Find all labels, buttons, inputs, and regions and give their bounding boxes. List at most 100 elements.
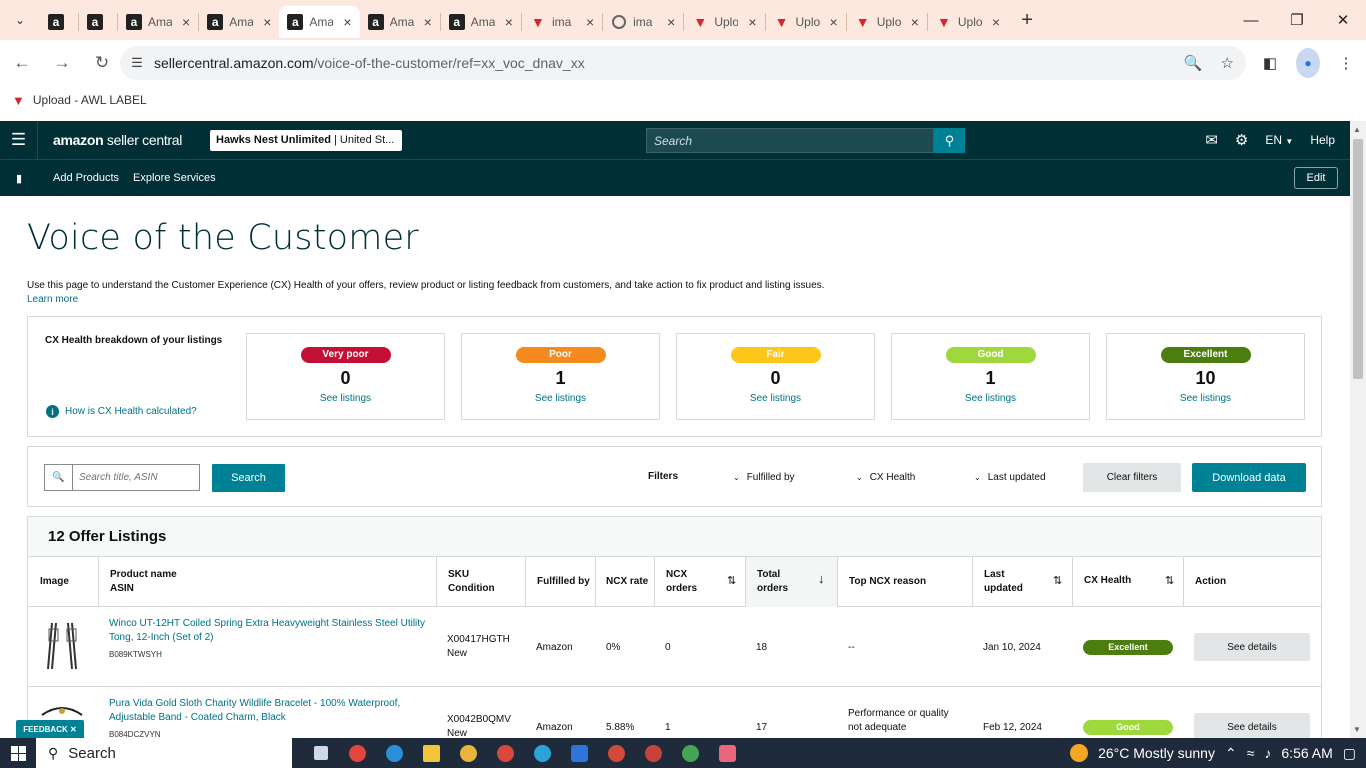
site-info-icon[interactable]: ☰ <box>120 55 154 71</box>
new-tab-button[interactable]: + <box>1012 9 1042 32</box>
chevron-up-icon[interactable]: ⌃ <box>1225 745 1237 762</box>
col-sku[interactable]: SKU Condition <box>436 557 525 607</box>
edit-nav-button[interactable]: Edit <box>1294 167 1338 189</box>
forward-icon[interactable]: → <box>44 45 80 81</box>
help-link[interactable]: Help <box>1310 133 1335 147</box>
col-top-ncx-reason[interactable]: Top NCX reason <box>837 557 972 607</box>
close-tab-icon[interactable]: × <box>424 14 432 30</box>
browser-menu-icon[interactable]: ⋮ <box>1334 48 1358 78</box>
language-selector[interactable]: EN ▼ <box>1265 133 1293 147</box>
close-tab-icon[interactable]: × <box>992 14 1000 30</box>
see-details-button[interactable]: See details <box>1194 633 1310 661</box>
bookmark-ribbon-icon[interactable]: ▮ <box>0 172 38 185</box>
learn-more-link[interactable]: Learn more <box>27 294 1322 305</box>
weather-text[interactable]: 26°C Mostly sunny <box>1098 745 1215 761</box>
page-scrollbar[interactable]: ▲ ▼ <box>1350 121 1366 738</box>
chrome-icon[interactable] <box>339 738 376 768</box>
close-tab-icon[interactable]: × <box>343 14 351 30</box>
listing-search-input[interactable]: Search title, ASIN <box>73 465 199 490</box>
close-tab-icon[interactable]: × <box>667 14 675 30</box>
col-ncx-rate[interactable]: NCX rate <box>595 557 654 607</box>
scrollbar-thumb[interactable] <box>1353 139 1363 379</box>
filter-last-updated-dropdown[interactable]: ⌄ Last updated <box>974 472 1046 483</box>
col-total-orders[interactable]: Total orders ↓ <box>745 557 837 607</box>
hamburger-menu-icon[interactable]: ☰ <box>0 121 38 159</box>
col-cx-health[interactable]: CX Health ⇅ <box>1072 557 1183 607</box>
browser-tab[interactable]: a Ama × <box>118 6 198 38</box>
edge-icon[interactable] <box>376 738 413 768</box>
task-view-icon[interactable] <box>302 738 339 768</box>
seller-central-logo[interactable]: amazon seller central <box>53 132 182 148</box>
col-ncx-orders[interactable]: NCX orders ⇅ <box>654 557 745 607</box>
browser-tab[interactable]: ima × <box>603 6 683 38</box>
bookmark-star-icon[interactable]: ☆ <box>1221 54 1234 72</box>
subnav-add-products[interactable]: Add Products <box>53 172 119 184</box>
browser-tab[interactable]: a Ama × <box>360 6 440 38</box>
product-name-link[interactable]: Pura Vida Gold Sloth Charity Wildlife Br… <box>109 697 429 725</box>
filter-cx-health-dropdown[interactable]: ⌄ CX Health <box>856 472 915 483</box>
zoom-app-icon[interactable] <box>561 738 598 768</box>
see-listings-link[interactable]: See listings <box>1107 393 1304 404</box>
clear-filters-button[interactable]: Clear filters <box>1083 463 1181 492</box>
chrome-icon[interactable] <box>635 738 672 768</box>
scroll-up-icon[interactable]: ▲ <box>1353 125 1361 134</box>
omnibox[interactable]: ☰ sellercentral.amazon.com/voice-of-the-… <box>120 46 1246 80</box>
browser-tab[interactable]: ▼ Uplo × <box>766 6 846 38</box>
sort-updown-icon[interactable]: ⇅ <box>727 574 736 588</box>
browser-tab[interactable]: ▼ Uplo × <box>684 6 764 38</box>
notifications-icon[interactable]: ▢ <box>1343 745 1356 762</box>
search-icon[interactable]: ⚲ <box>934 128 965 153</box>
weather-icon[interactable] <box>1070 744 1089 762</box>
col-fulfilled-by[interactable]: Fulfilled by <box>525 557 595 607</box>
product-thumbnail[interactable] <box>40 621 84 678</box>
back-icon[interactable]: ← <box>4 45 40 81</box>
volume-icon[interactable]: ♪ <box>1264 745 1271 761</box>
network-icon[interactable]: ≈ <box>1247 745 1255 761</box>
scroll-down-icon[interactable]: ▼ <box>1353 725 1361 734</box>
filter-fulfilled-by-dropdown[interactable]: ⌄ Fulfilled by <box>733 472 795 483</box>
account-switcher[interactable]: Hawks Nest Unlimited | United St... <box>210 130 402 151</box>
sort-down-arrow-icon[interactable]: ↓ <box>818 572 825 586</box>
browser-tab[interactable]: a Ama × <box>199 6 279 38</box>
listing-search-button[interactable]: Search <box>212 464 285 492</box>
browser-tab[interactable]: a <box>40 6 78 38</box>
bookmark-upload-awl-label[interactable]: Upload - AWL LABEL <box>33 93 147 107</box>
product-name-link[interactable]: Winco UT-12HT Coiled Spring Extra Heavyw… <box>109 617 429 645</box>
gear-icon[interactable]: ⚙ <box>1235 131 1248 149</box>
see-listings-link[interactable]: See listings <box>462 393 659 404</box>
col-last-updated[interactable]: Last updated ⇅ <box>972 557 1072 607</box>
col-product-name[interactable]: Product name ASIN <box>98 557 436 607</box>
clock[interactable]: 6:56 AM <box>1281 745 1332 761</box>
global-search-input[interactable]: Search <box>646 128 934 153</box>
restore-icon[interactable]: ❐ <box>1274 0 1320 40</box>
subnav-explore-services[interactable]: Explore Services <box>133 172 216 184</box>
close-tab-icon[interactable]: × <box>263 14 271 30</box>
see-listings-link[interactable]: See listings <box>247 393 444 404</box>
minimize-icon[interactable]: — <box>1228 0 1274 40</box>
how-cx-health-link[interactable]: i How is CX Health calculated? <box>46 405 197 418</box>
chrome-icon[interactable] <box>598 738 635 768</box>
see-listings-link[interactable]: See listings <box>677 393 874 404</box>
tab-search-chevron-icon[interactable]: ⌄ <box>0 0 40 40</box>
close-tab-icon[interactable]: × <box>748 14 756 30</box>
chrome-icon[interactable] <box>672 738 709 768</box>
profile-avatar-icon[interactable]: ● <box>1296 48 1320 78</box>
chrome-icon[interactable] <box>450 738 487 768</box>
sort-updown-icon[interactable]: ⇅ <box>1053 574 1062 588</box>
see-listings-link[interactable]: See listings <box>892 393 1089 404</box>
mail-icon[interactable]: ✉ <box>1205 131 1218 149</box>
browser-tab[interactable]: ▼ ima × <box>522 6 602 38</box>
store-icon[interactable] <box>413 738 450 768</box>
paint-icon[interactable] <box>709 738 746 768</box>
close-tab-icon[interactable]: × <box>830 14 838 30</box>
windows-start-icon[interactable] <box>0 745 36 761</box>
feedback-tab[interactable]: FEEDBACK ✕ <box>16 720 84 738</box>
browser-tab[interactable]: a Ama × <box>279 6 360 38</box>
close-tab-icon[interactable]: × <box>505 14 513 30</box>
sort-updown-icon[interactable]: ⇅ <box>1165 574 1174 588</box>
close-window-icon[interactable]: ✕ <box>1320 0 1366 40</box>
close-tab-icon[interactable]: × <box>911 14 919 30</box>
see-details-button[interactable]: See details <box>1194 713 1310 738</box>
chrome-icon[interactable] <box>487 738 524 768</box>
browser-tab[interactable]: a Ama × <box>441 6 521 38</box>
